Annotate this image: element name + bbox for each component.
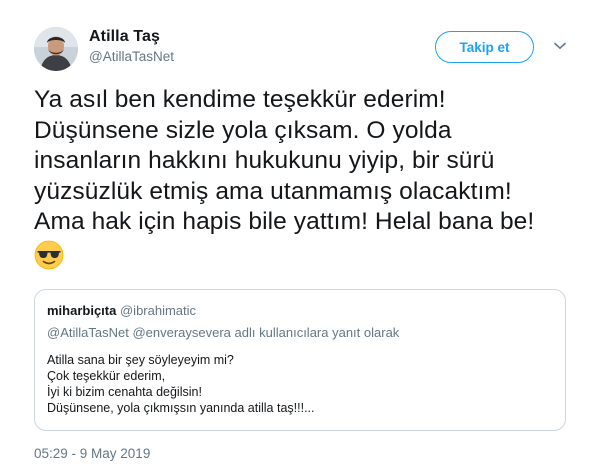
- quoted-line: İyi ki bizim cenahta değilsin!: [47, 385, 202, 399]
- tweet-line: Düşünsene sizle yola çıksam. O yolda: [34, 116, 452, 144]
- more-options-button[interactable]: [550, 36, 570, 56]
- chevron-down-icon: [554, 42, 566, 49]
- tweet-timestamp[interactable]: 05:29 - 9 May 2019: [34, 446, 150, 461]
- author-info: Atilla Taş @AtillaTasNet: [89, 27, 174, 66]
- reply-context: @AtillaTasNet @enveraysevera adlı kullan…: [47, 324, 553, 341]
- quoted-line: Düşünsene, yola çıkmışsın yanında atilla…: [47, 401, 315, 415]
- sunglasses-emoji-icon: [34, 240, 64, 279]
- quoted-line: Çok teşekkür ederim,: [47, 369, 166, 383]
- reply-suffix: adlı kullanıcılara yanıt olarak: [234, 325, 400, 340]
- quoted-author: miharbiçıta @ibrahimatic: [47, 302, 553, 319]
- user-avatar-icon: [34, 27, 78, 71]
- quoted-text: Atilla sana bir şey söyleyeyim mi? Çok t…: [47, 352, 553, 416]
- avatar[interactable]: [34, 27, 78, 71]
- follow-button[interactable]: Takip et: [435, 31, 534, 63]
- reply-mentions[interactable]: @AtillaTasNet @enveraysevera: [47, 325, 231, 340]
- tweet-text: Ya asıl ben kendime teşekkür ederim! Düş…: [34, 85, 582, 278]
- quoted-tweet[interactable]: miharbiçıta @ibrahimatic @AtillaTasNet @…: [34, 289, 566, 431]
- quoted-line: Atilla sana bir şey söyleyeyim mi?: [47, 353, 234, 367]
- tweet-line: insanların hakkını hukukunu yiyip, bir s…: [34, 147, 495, 174]
- quoted-display-name: miharbiçıta: [47, 303, 117, 318]
- tweet-line: yüzsüzlük etmiş ama utanmamış olacaktım!: [34, 177, 512, 205]
- author-handle[interactable]: @AtillaTasNet: [89, 48, 174, 66]
- quoted-handle: @ibrahimatic: [119, 303, 197, 318]
- tweet-line: Ama hak için hapis bile yattım! Helal ba…: [34, 208, 535, 235]
- author-display-name[interactable]: Atilla Taş: [89, 27, 174, 47]
- tweet-line: Ya asıl ben kendime teşekkür ederim!: [34, 86, 446, 113]
